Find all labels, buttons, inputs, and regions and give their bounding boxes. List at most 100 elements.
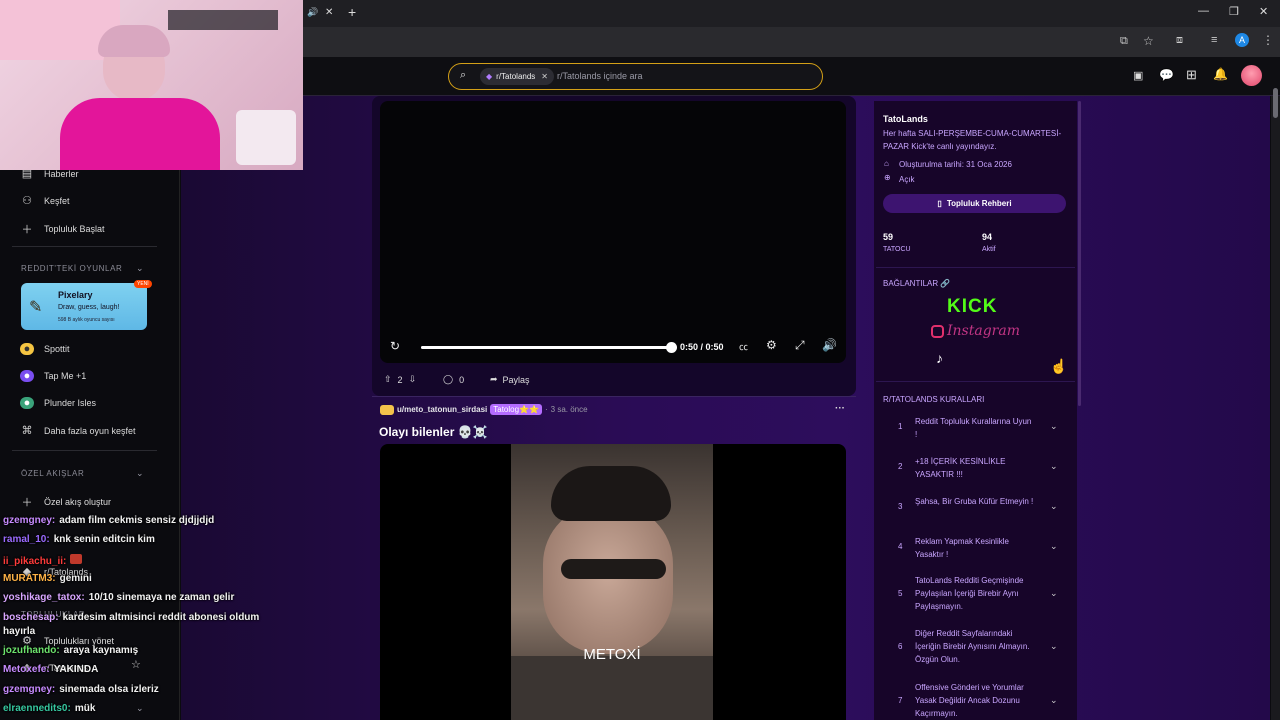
post-author[interactable]: u/meto_tatonun_sirdasi <box>397 405 487 414</box>
post-title[interactable]: Olayı bilenler 💀☠️ <box>379 425 488 439</box>
favorite-star-icon[interactable]: ☆ <box>131 658 141 671</box>
tiktok-icon[interactable]: ♪ <box>936 350 943 366</box>
chat-text: araya kaynamış <box>63 645 139 656</box>
new-tab-button[interactable]: + <box>348 4 356 20</box>
comments-button[interactable]: ◯ 0 <box>443 374 464 385</box>
video-progress-track[interactable] <box>421 342 677 353</box>
create-post-icon[interactable]: ⊞ <box>1186 67 1197 83</box>
gamepad-icon: ⌘ <box>21 425 33 437</box>
chat-username: ramal_10: <box>3 534 50 545</box>
feeds-section-header[interactable]: ÖZEL AKIŞLAR <box>21 469 84 478</box>
tab-close-button[interactable]: ✕ <box>325 7 333 18</box>
chevron-down-icon[interactable]: ⌄ <box>136 263 144 274</box>
video-progress-knob[interactable] <box>666 342 677 353</box>
chat-text: adam film cekmis sensiz djdjjdjd <box>59 515 215 526</box>
media-icon[interactable]: ≡ <box>1211 34 1217 46</box>
chevron-down-icon[interactable]: ⌄ <box>1050 501 1058 512</box>
minimize-icon[interactable]: — <box>1198 5 1209 17</box>
clear-scope-icon[interactable]: ✕ <box>541 68 548 85</box>
more-options-button[interactable]: ··· <box>835 403 845 414</box>
rule-item[interactable]: 4 Reklam Yapmak Kesinlikle Yasaktır ! ⌄ <box>890 534 1068 564</box>
page-scrollbar-thumb[interactable] <box>1273 88 1278 118</box>
search-scope-chip[interactable]: ◆ r/Tatolands ✕ <box>480 68 554 85</box>
cast-icon[interactable]: ⧉ <box>1120 35 1128 48</box>
face-shape <box>543 504 673 654</box>
rule-item[interactable]: 1 Reddit Topluluk Kurallarına Uyun ! ⌄ <box>890 414 1068 444</box>
page-scrollbar-track[interactable] <box>1271 88 1280 720</box>
chevron-down-icon[interactable]: ⌄ <box>1050 541 1058 552</box>
advertise-icon[interactable]: ▣ <box>1133 69 1143 82</box>
game-tapme-label: Tap Me +1 <box>44 371 87 381</box>
more-games-link[interactable]: ⌘ Daha fazla oyun keşfet <box>20 424 136 437</box>
rule-item[interactable]: 7 Offensive Gönderi ve Yorumlar Yasak De… <box>890 681 1068 720</box>
rule-text: +18 İÇERİK KESİNLİKLE YASAKTIR !!! <box>915 457 1006 479</box>
author-avatar[interactable] <box>380 404 394 415</box>
chat-message: ramal_10: knk senin editcin kim <box>3 534 155 545</box>
downvote-icon[interactable]: ⇩ <box>409 374 417 385</box>
pencil-icon: ✎ <box>29 299 43 316</box>
fullscreen-icon[interactable]: ⤢ <box>795 338 805 353</box>
share-button[interactable]: ➦ Paylaş <box>490 374 530 385</box>
captions-icon[interactable]: ㏄ <box>739 340 748 353</box>
user-avatar[interactable] <box>1241 65 1262 86</box>
extensions-icon[interactable]: ⧈ <box>1176 34 1183 47</box>
chat-text: kardesim altmisinci reddit abonesi oldum <box>62 612 260 623</box>
chevron-down-icon[interactable]: ⌄ <box>1050 461 1058 472</box>
instagram-link[interactable]: Instagram <box>931 323 1020 339</box>
upvote-icon[interactable]: ⇧ <box>384 374 392 385</box>
person-hair <box>98 25 170 57</box>
chat-message: Metoxefe: YAKINDA <box>3 664 98 675</box>
settings-gear-icon[interactable]: ⚙ <box>766 338 777 352</box>
chat-text: 10/10 sinemaya ne zaman gelir <box>88 592 235 603</box>
globe-icon: ⊕ <box>884 173 891 182</box>
chat-text: sinemada olsa izleriz <box>59 684 159 695</box>
chat-icon[interactable]: 💬 <box>1159 68 1174 82</box>
rule-item[interactable]: 6 Diğer Reddit Sayfalarındaki İçeriğin B… <box>890 627 1068 671</box>
restore-icon[interactable]: ❐ <box>1229 5 1239 18</box>
game-spottit[interactable]: ● Spottit <box>20 343 70 355</box>
community-guide-button[interactable]: ▯ Topluluk Rehberi <box>883 194 1066 213</box>
chevron-down-icon[interactable]: ⌄ <box>1050 695 1058 706</box>
kick-link[interactable]: KICK <box>947 296 997 318</box>
nav-explore[interactable]: ⚇ Keşfet <box>20 194 69 207</box>
create-feed-label: Özel akış oluştur <box>44 497 112 507</box>
rule-item[interactable]: 5 TatoLands Redditi Geçmişinde Paylaşıla… <box>890 574 1068 618</box>
rule-item[interactable]: 2 +18 İÇERİK KESİNLİKLE YASAKTIR !!! ⌄ <box>890 454 1068 484</box>
replay-icon[interactable]: ↻ <box>390 339 400 353</box>
speaker-icon[interactable]: 🔊 <box>307 7 318 18</box>
chevron-down-icon[interactable]: ⌄ <box>136 468 144 479</box>
chevron-down-icon[interactable]: ⌄ <box>136 703 144 714</box>
chat-username: gzemgney: <box>3 515 56 526</box>
post-media[interactable]: METOXİ <box>380 444 846 720</box>
rule-text: Reddit Topluluk Kurallarına Uyun ! <box>915 417 1032 439</box>
notifications-icon[interactable]: 🔔 <box>1213 67 1228 81</box>
chat-username: yoshikage_tatox: <box>3 592 85 603</box>
video-player[interactable]: ↻ 0:50 / 0:50 ㏄ ⚙ ⤢ 🔊 <box>380 101 846 363</box>
vote-bar: ⇧ 2 ⇩ <box>384 374 416 385</box>
featured-game-card[interactable]: ✎ Pixelary Draw, guess, laugh! 598 B ayl… <box>21 280 152 330</box>
create-feed[interactable]: ＋ Özel akış oluştur <box>20 494 112 510</box>
games-section-header[interactable]: REDDIT'TEKİ OYUNLAR <box>21 264 122 273</box>
share-icon: ➦ <box>490 374 498 384</box>
nav-start-community[interactable]: ＋ Topluluk Başlat <box>20 221 105 237</box>
game-tapme[interactable]: ● Tap Me +1 <box>20 370 86 382</box>
chevron-down-icon[interactable]: ⌄ <box>1050 641 1058 652</box>
rule-item[interactable]: 3 Şahsa, Bir Gruba Küfür Etmeyin ! ⌄ <box>890 494 1068 524</box>
bookmark-star-icon[interactable]: ☆ <box>1143 34 1154 48</box>
chevron-down-icon[interactable]: ⌄ <box>1050 421 1058 432</box>
profile-avatar[interactable]: A <box>1235 33 1249 47</box>
chat-message: gzemgney: adam film cekmis sensiz djdjjdj… <box>3 515 214 526</box>
browser-menu-icon[interactable]: ⋮ <box>1262 33 1274 47</box>
video-time: 0:50 / 0:50 <box>680 342 724 352</box>
manage-communities-label: Toplulukları yönet <box>44 635 115 646</box>
chevron-down-icon[interactable]: ⌄ <box>1050 588 1058 599</box>
game-plunder-isles[interactable]: ● Plunder Isles <box>20 397 96 409</box>
post-time: 3 sa. önce <box>550 405 588 414</box>
volume-icon[interactable]: 🔊 <box>822 338 837 352</box>
search-input[interactable]: ⌕ ◆ r/Tatolands ✕ r/Tatolands içinde ara <box>448 63 823 90</box>
emote-icon <box>70 554 83 564</box>
chat-message: elraennedits0: mük <box>3 703 95 714</box>
sidebar-scrollbar[interactable] <box>1078 101 1081 406</box>
rule-text: TatoLands Redditi Geçmişinde Paylaşılan … <box>915 576 1024 611</box>
close-window-icon[interactable]: ✕ <box>1259 5 1268 18</box>
